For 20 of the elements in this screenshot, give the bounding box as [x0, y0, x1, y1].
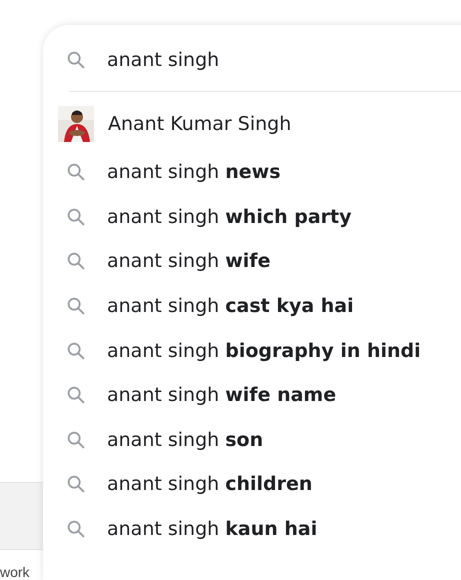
suggestion-item[interactable]: anant singh children — [65, 462, 461, 507]
suggestion-item[interactable]: anant singh which party — [65, 194, 461, 240]
suggestion-item[interactable]: anant singh wife name — [65, 372, 461, 418]
suggestion-item[interactable]: anant singh news — [65, 150, 461, 195]
suggestion-item[interactable]: anant singh son — [65, 418, 461, 462]
search-icon — [65, 384, 87, 406]
search-icon — [65, 161, 87, 184]
suggestion-item[interactable]: anant singh kaun hai — [65, 506, 461, 552]
search-icon — [65, 250, 87, 272]
background-text: work — [0, 564, 31, 580]
suggestion-item[interactable]: Anant Kumar Singh — [58, 98, 461, 150]
suggestion-item[interactable]: anant singh cast kya hai — [65, 284, 461, 328]
suggestion-item[interactable]: anant singh biography in hindi — [65, 328, 461, 373]
search-icon — [65, 473, 87, 496]
search-icon — [65, 518, 87, 540]
page-band — [0, 482, 43, 550]
search-field[interactable]: anant singh — [107, 49, 407, 71]
suggestion-item[interactable]: anant singh wife — [65, 239, 461, 284]
search-icon — [65, 295, 87, 318]
search-icon — [65, 49, 87, 71]
